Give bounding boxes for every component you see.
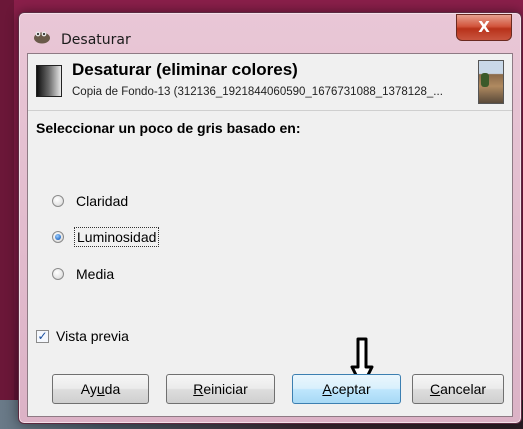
- option-claridad-label[interactable]: Claridad: [74, 192, 130, 210]
- cancel-button-mnemonic: C: [429, 381, 441, 397]
- thumbnail-tree: [481, 73, 489, 87]
- option-luminosidad[interactable]: Luminosidad: [52, 226, 160, 248]
- image-name: Copia de Fondo-13 (312136_1921844060590_…: [72, 86, 443, 98]
- radio-media[interactable]: [52, 268, 64, 280]
- option-claridad[interactable]: Claridad: [52, 190, 130, 212]
- image-thumbnail: [478, 60, 504, 104]
- help-button-mnemonic: u: [96, 381, 105, 397]
- help-button-text-rest: da: [104, 381, 121, 397]
- gray-basis-label: Seleccionar un poco de gris basado en:: [36, 120, 301, 136]
- preview-checkbox[interactable]: ✓: [36, 329, 49, 343]
- cancel-button[interactable]: Cancelar: [412, 374, 504, 404]
- preview-label[interactable]: Vista previa: [56, 328, 129, 344]
- accept-button[interactable]: Aceptar: [292, 374, 401, 404]
- reset-button[interactable]: Reiniciar: [166, 374, 275, 404]
- gimp-app-icon: [34, 31, 50, 44]
- help-button[interactable]: Ayuda: [52, 374, 149, 404]
- reset-button-text-rest: einiciar: [203, 381, 248, 397]
- window-title: Desaturar: [61, 32, 131, 48]
- operation-header: Desaturar (eliminar colores) Copia de Fo…: [28, 54, 512, 111]
- reset-button-mnemonic: R: [193, 381, 204, 397]
- preview-toggle[interactable]: ✓ Vista previa: [36, 326, 129, 346]
- cancel-button-text-rest: ancelar: [440, 381, 487, 397]
- accept-button-text-rest: ceptar: [331, 381, 371, 397]
- close-button[interactable]: X: [456, 14, 512, 41]
- radio-claridad[interactable]: [52, 195, 64, 207]
- title-bar[interactable]: Desaturar X: [19, 13, 521, 53]
- option-media-label[interactable]: Media: [74, 265, 116, 283]
- help-button-text: Ay: [80, 381, 97, 397]
- desaturar-dialog: Desaturar X Desaturar (eliminar colores)…: [18, 12, 522, 424]
- accept-button-mnemonic: A: [322, 381, 332, 397]
- option-luminosidad-label[interactable]: Luminosidad: [74, 227, 160, 247]
- desktop-background-strip: [0, 0, 14, 429]
- desaturate-icon: [36, 65, 62, 97]
- option-media[interactable]: Media: [52, 263, 116, 285]
- dialog-content: Desaturar (eliminar colores) Copia de Fo…: [27, 53, 513, 417]
- operation-title: Desaturar (eliminar colores): [72, 60, 298, 79]
- radio-luminosidad[interactable]: [52, 231, 64, 243]
